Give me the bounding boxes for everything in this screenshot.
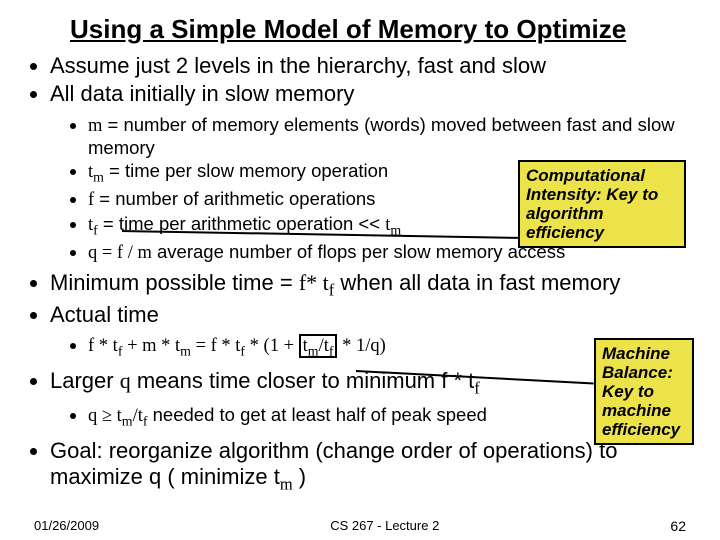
boxed-tm-over-tf: tm/tf [299, 334, 338, 358]
slide: Using a Simple Model of Memory to Optimi… [0, 0, 720, 540]
var-q: q [120, 368, 131, 393]
var-tm-tail: tm [385, 215, 401, 235]
text: average number of flops per slow memory … [152, 241, 565, 262]
footer-course: CS 267 - Lecture 2 [330, 518, 439, 534]
bullet-list-level1-a: Assume just 2 levels in the hierarchy, f… [50, 53, 690, 108]
bullet-list-level1-b: Minimum possible time = f* tf when all d… [50, 270, 690, 328]
subscript: m [122, 415, 133, 430]
bullet-goal: Goal: reorganize algorithm (change order… [50, 438, 690, 495]
callout-machine-balance: Machine Balance: Key to machine efficien… [594, 338, 694, 445]
subscript: f [474, 378, 480, 397]
bullet-all-data-slow: All data initially in slow memory [50, 81, 690, 108]
subscript: m [93, 171, 104, 186]
text: Minimum possible time = [50, 270, 299, 295]
callout-computational-intensity: Computational Intensity: Key to algorith… [518, 160, 686, 248]
var-tm: tm [88, 162, 104, 182]
ge-symbol: ≥ [102, 406, 112, 426]
text: = f * t [191, 336, 240, 356]
text: = number of arithmetic operations [94, 188, 375, 209]
footer: 01/26/2009 CS 267 - Lecture 2 62 [0, 518, 720, 534]
callout-lead: Machine Balance: [602, 344, 673, 382]
callout-rest: Key to machine efficiency [602, 382, 680, 439]
text: * (1 + [245, 336, 299, 356]
subscript: f [329, 345, 334, 360]
text: t [112, 406, 122, 426]
text: = time per slow memory operation [104, 160, 388, 181]
var-m: m [88, 116, 102, 136]
var-tf: tf [88, 215, 98, 235]
text: + m * t [122, 336, 180, 356]
subscript: m [180, 345, 191, 360]
text: /t [133, 406, 143, 426]
subscript: m [308, 345, 319, 360]
text: Larger [50, 368, 120, 393]
equation: f * tf + m * tm = f * tf * (1 + tm/tf * … [88, 336, 386, 356]
text: when all data in fast memory [334, 270, 620, 295]
text: means time closer to minimum f * t [131, 368, 475, 393]
bullet-min-time: Minimum possible time = f* tf when all d… [50, 270, 690, 301]
text: * 1/q) [337, 336, 385, 356]
bullet-def-m: m = number of memory elements (words) mo… [88, 114, 690, 159]
text: ) [293, 464, 306, 489]
footer-date: 01/26/2009 [34, 518, 99, 534]
text: f * t [88, 336, 118, 356]
footer-page-number: 62 [670, 518, 686, 534]
bullet-actual-time: Actual time [50, 302, 690, 329]
subscript: m [280, 475, 293, 494]
expr-q-bound: q ≥ tm/tf [88, 406, 147, 426]
expr-f-tf: f* tf [299, 270, 334, 295]
text: Goal: reorganize algorithm (change order… [50, 438, 617, 490]
var-q: q = f / m [88, 243, 152, 263]
text: /t [319, 336, 329, 356]
text: needed to get at least half of peak spee… [147, 404, 486, 425]
text: f* t [299, 270, 329, 295]
text: = number of memory elements (words) move… [88, 114, 675, 158]
bullet-assume-levels: Assume just 2 levels in the hierarchy, f… [50, 53, 690, 80]
bullet-list-level1-d: Goal: reorganize algorithm (change order… [50, 438, 690, 495]
slide-title: Using a Simple Model of Memory to Optimi… [70, 14, 690, 45]
text: q [88, 406, 102, 426]
